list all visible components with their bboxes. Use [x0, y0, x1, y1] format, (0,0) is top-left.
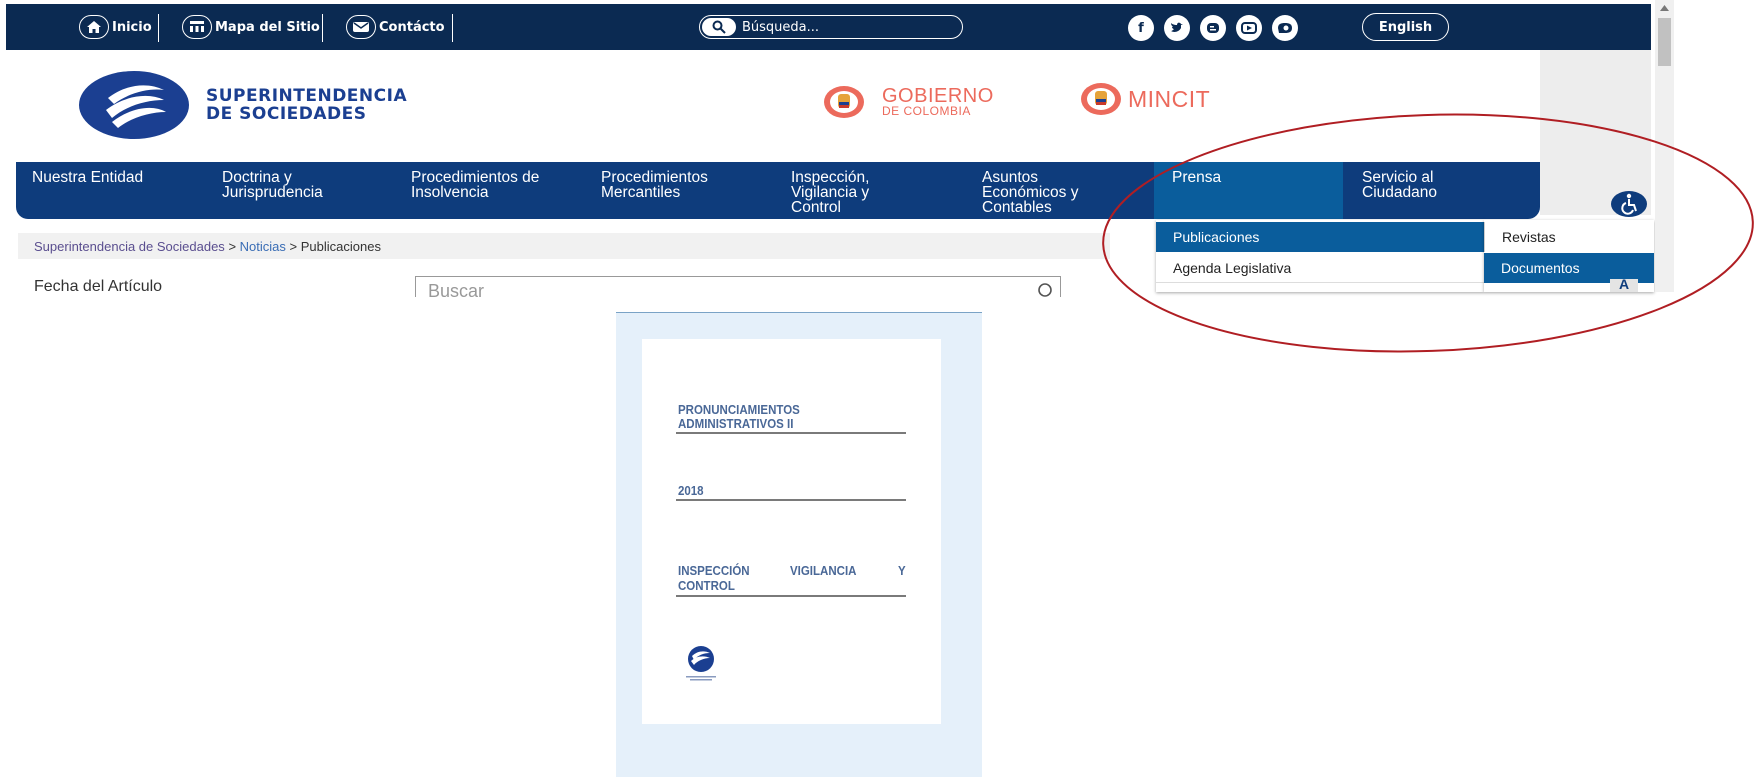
cover-logo-icon — [686, 646, 716, 681]
article-search-placeholder: Buscar — [428, 281, 485, 297]
cover-section-line2: CONTROL — [678, 579, 735, 593]
issuu-icon[interactable] — [1272, 15, 1298, 41]
article-search-input[interactable]: Buscar — [415, 276, 1061, 297]
cover-divider — [676, 432, 906, 434]
language-toggle-button[interactable]: English — [1362, 13, 1449, 41]
org-name-line2: DE SOCIEDADES — [206, 104, 367, 124]
cover-divider — [676, 499, 906, 501]
breadcrumb: Superintendencia de Sociedades > Noticia… — [34, 239, 381, 254]
sitemap-label: Mapa del Sitio — [215, 19, 320, 35]
scrollbar-thumb[interactable] — [1658, 18, 1671, 66]
nav-item-insolvencia[interactable]: Procedimientos de Insolvencia — [411, 169, 540, 201]
breadcrumb-current: Publicaciones — [300, 239, 381, 254]
site-search-field[interactable]: Búsqueda... — [699, 15, 963, 39]
document-cover-page[interactable]: PRONUNCIAMIENTOS ADMINISTRATIVOS II 2018… — [642, 339, 941, 724]
nav-item-label: Doctrina y Jurisprudencia — [222, 169, 323, 201]
blogger-icon[interactable] — [1200, 15, 1226, 41]
submenu-item-revistas[interactable]: Revistas — [1484, 222, 1654, 252]
nav-item-asuntos-economicos[interactable]: Asuntos Económicos y Contables — [982, 169, 1079, 216]
vertical-scrollbar[interactable] — [1655, 0, 1674, 292]
mail-icon — [346, 15, 376, 39]
prensa-dropdown-menu: Publicaciones Agenda Legislativa — [1156, 220, 1484, 292]
cover-title-line2: ADMINISTRATIVOS II — [678, 417, 794, 431]
menu-item-agenda-legislativa[interactable]: Agenda Legislativa — [1156, 253, 1484, 283]
facebook-icon[interactable]: f — [1128, 15, 1154, 41]
gov-logo-line2: DE COLOMBIA — [882, 104, 971, 118]
org-name-line1: SUPERINTENDENCIA — [206, 86, 408, 106]
nav-item-servicio-ciudadano[interactable]: Servicio al Ciudadano — [1362, 169, 1437, 201]
utility-divider — [452, 14, 453, 42]
search-icon[interactable] — [1036, 281, 1054, 297]
site-search-placeholder: Búsqueda... — [742, 19, 820, 35]
cover-year: 2018 — [678, 484, 704, 498]
nav-item-label: Asuntos Económicos y Contables — [982, 169, 1079, 216]
accessibility-icon[interactable] — [1610, 190, 1648, 218]
colombia-coat-of-arms-icon — [824, 86, 864, 118]
home-icon — [79, 15, 109, 39]
contact-label: Contácto — [379, 19, 445, 35]
menu-item-publicaciones[interactable]: Publicaciones — [1156, 222, 1484, 252]
breadcrumb-separator: > — [228, 239, 237, 254]
home-link[interactable]: Inicio — [79, 13, 152, 41]
utility-divider — [322, 14, 323, 42]
nav-item-label: Servicio al Ciudadano — [1362, 169, 1437, 201]
cover-section-word2: VIGILANCIA — [790, 564, 857, 578]
supersociedades-logo-icon[interactable] — [78, 70, 190, 140]
org-name: SUPERINTENDENCIA DE SOCIEDADES — [206, 87, 407, 123]
font-size-button[interactable]: A — [1610, 279, 1638, 292]
date-filter-label: Fecha del Artículo — [34, 278, 163, 295]
breadcrumb-noticias-link[interactable]: Noticias — [240, 239, 286, 254]
home-label: Inicio — [112, 19, 152, 35]
utility-bar: Inicio Mapa del Sitio Contácto Búsqueda.… — [6, 4, 1651, 50]
nav-item-prensa[interactable]: Prensa — [1172, 169, 1222, 186]
nav-item-nuestra-entidad[interactable]: Nuestra Entidad — [32, 169, 144, 186]
sitemap-link[interactable]: Mapa del Sitio — [182, 13, 320, 41]
nav-item-label: Procedimientos de Insolvencia — [411, 169, 540, 201]
nav-item-label: Inspección, Vigilancia y Control — [791, 169, 870, 216]
twitter-icon[interactable] — [1164, 15, 1190, 41]
utility-divider — [158, 14, 159, 42]
nav-item-label: Procedimientos Mercantiles — [601, 169, 708, 201]
scroll-up-arrow-icon[interactable] — [1660, 5, 1669, 11]
breadcrumb-separator: > — [289, 239, 298, 254]
cover-section-word3: Y — [898, 564, 906, 578]
contact-link[interactable]: Contácto — [346, 13, 445, 41]
cover-divider — [676, 595, 906, 597]
youtube-icon[interactable] — [1236, 15, 1262, 41]
cover-section-word1: INSPECCIÓN — [678, 564, 750, 578]
nav-item-doctrina[interactable]: Doctrina y Jurisprudencia — [222, 169, 323, 201]
nav-item-label: Prensa — [1172, 169, 1222, 186]
nav-item-mercantiles[interactable]: Procedimientos Mercantiles — [601, 169, 708, 201]
mincit-label: MINCIT — [1128, 86, 1211, 112]
nav-item-inspeccion[interactable]: Inspección, Vigilancia y Control — [791, 169, 870, 216]
cover-title-line1: PRONUNCIAMIENTOS — [678, 403, 800, 417]
breadcrumb-root-link[interactable]: Superintendencia de Sociedades — [34, 239, 225, 254]
search-icon — [702, 18, 736, 36]
main-navigation: Nuestra Entidad Doctrina y Jurisprudenci… — [16, 162, 1540, 219]
mincit-coat-of-arms-icon — [1081, 83, 1121, 115]
sitemap-icon — [182, 15, 212, 39]
nav-item-label: Nuestra Entidad — [32, 169, 144, 186]
